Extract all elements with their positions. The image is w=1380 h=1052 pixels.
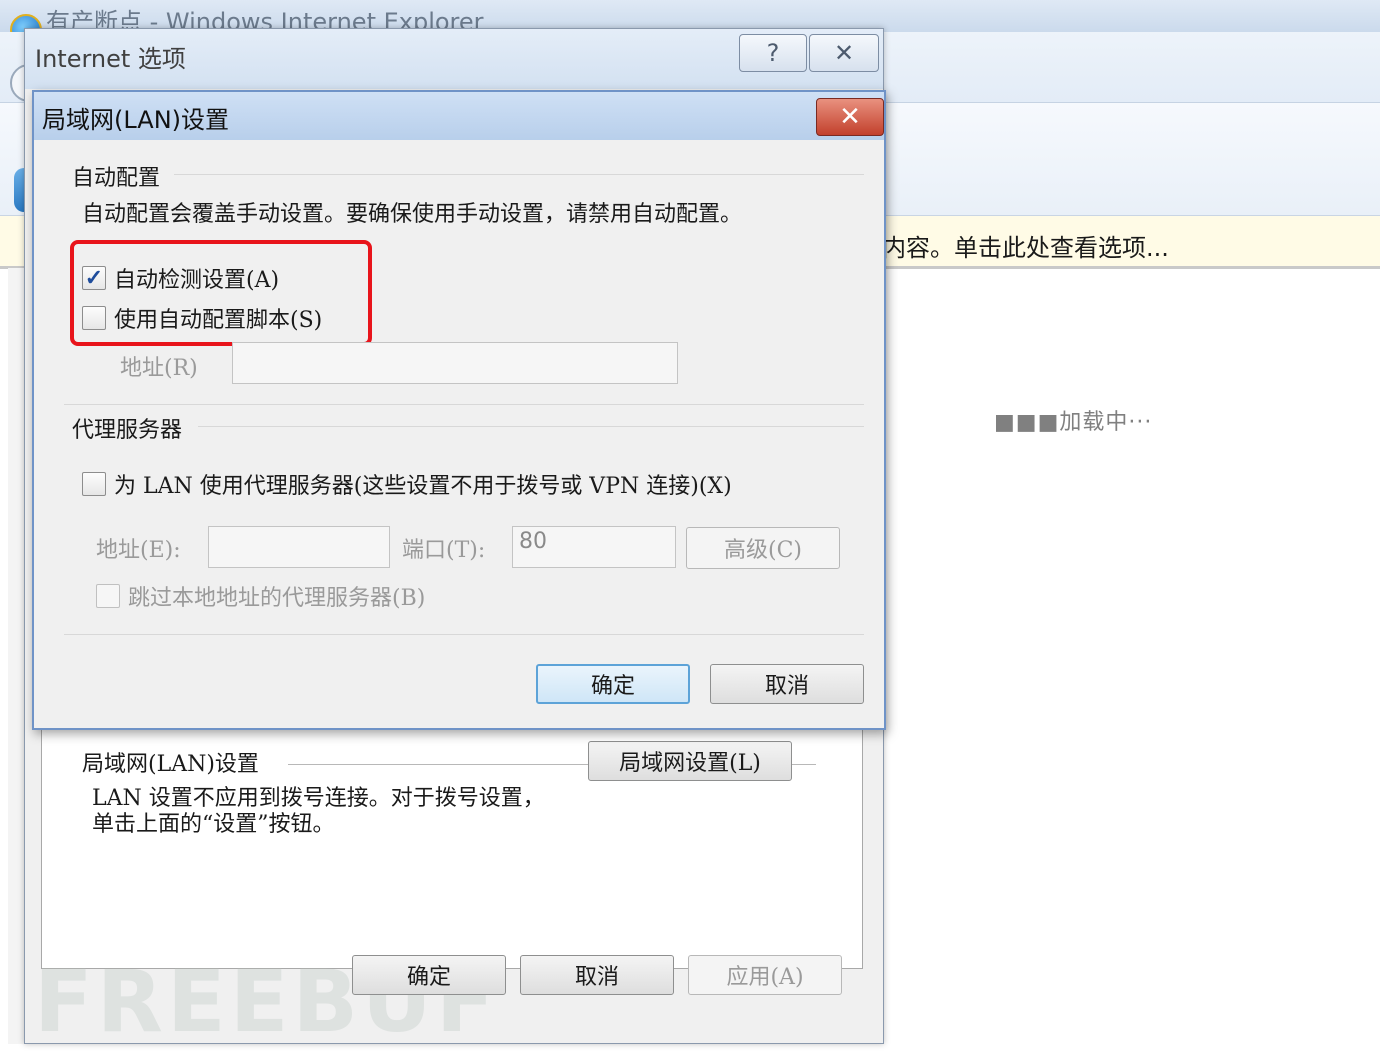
proxy-address-input[interactable] — [208, 526, 390, 568]
lan-section-title: 局域网(LAN)设置 — [82, 752, 259, 777]
close-icon: ✕ — [833, 39, 855, 67]
script-address-input[interactable] — [232, 342, 678, 384]
proxy-port-input[interactable]: 80 — [512, 526, 676, 568]
lan-dialog-title: 局域网(LAN)设置 — [42, 106, 230, 134]
proxy-group-title: 代理服务器 — [72, 418, 183, 443]
group-divider — [198, 426, 864, 427]
internet-options-ok-button[interactable]: 确定 — [352, 955, 506, 995]
auto-detect-checkbox-row[interactable]: ✓ 自动检测设置(A) — [82, 262, 279, 294]
proxy-address-label: 地址(E): — [96, 538, 181, 563]
use-proxy-label[interactable]: 为 LAN 使用代理服务器(这些设置不用于拨号或 VPN 连接)(X) — [114, 468, 732, 500]
help-button[interactable]: ? — [739, 34, 807, 72]
auto-detect-label[interactable]: 自动检测设置(A) — [114, 262, 279, 294]
internet-options-cancel-button[interactable]: 取消 — [520, 955, 674, 995]
lan-dialog-close-button[interactable]: ✕ — [816, 98, 884, 136]
internet-options-close-button[interactable]: ✕ — [809, 34, 879, 72]
lan-ok-button[interactable]: 确定 — [536, 664, 690, 704]
lan-section-description: LAN 设置不应用到拨号连接。对于拨号设置，单击上面的“设置”按钮。 — [92, 786, 545, 837]
auto-detect-checkbox[interactable]: ✓ — [82, 265, 106, 291]
loading-text: ■■■加载中··· — [994, 410, 1153, 435]
lan-settings-dialog: 局域网(LAN)设置 ✕ 自动配置 自动配置会覆盖手动设置。要确保使用手动设置，… — [32, 90, 886, 730]
internet-options-titlebar: Internet 选项 ? ✕ — [25, 29, 883, 89]
close-icon: ✕ — [839, 102, 861, 132]
auto-config-description: 自动配置会覆盖手动设置。要确保使用手动设置，请禁用自动配置。 — [82, 202, 743, 227]
proxy-port-label: 端口(T): — [402, 538, 486, 563]
bypass-local-checkbox-row[interactable]: 跳过本地地址的代理服务器(B) — [96, 580, 425, 612]
information-bar-text[interactable]: 内容。单击此处查看选项... — [882, 228, 1169, 263]
auto-config-group-title: 自动配置 — [72, 166, 161, 191]
bypass-local-label[interactable]: 跳过本地地址的代理服务器(B) — [128, 580, 425, 612]
lan-settings-button[interactable]: 局域网设置(L) — [588, 741, 792, 781]
apply-button[interactable]: 应用(A) — [688, 955, 842, 995]
auto-config-script-label[interactable]: 使用自动配置脚本(S) — [114, 302, 322, 334]
lan-dialog-titlebar: 局域网(LAN)设置 ✕ — [34, 92, 884, 140]
help-icon: ? — [766, 39, 780, 67]
use-proxy-checkbox-row[interactable]: 为 LAN 使用代理服务器(这些设置不用于拨号或 VPN 连接)(X) — [82, 468, 732, 500]
group-divider — [64, 634, 864, 635]
lan-cancel-button[interactable]: 取消 — [710, 664, 864, 704]
bypass-local-checkbox[interactable] — [96, 584, 120, 608]
auto-config-script-checkbox-row[interactable]: 使用自动配置脚本(S) — [82, 302, 322, 334]
script-address-label: 地址(R) — [120, 356, 198, 381]
group-divider — [174, 174, 864, 175]
auto-config-script-checkbox[interactable] — [82, 306, 106, 330]
group-divider — [64, 404, 864, 405]
internet-options-title: Internet 选项 — [35, 45, 186, 73]
use-proxy-checkbox[interactable] — [82, 472, 106, 496]
advanced-button[interactable]: 高级(C) — [686, 527, 840, 569]
